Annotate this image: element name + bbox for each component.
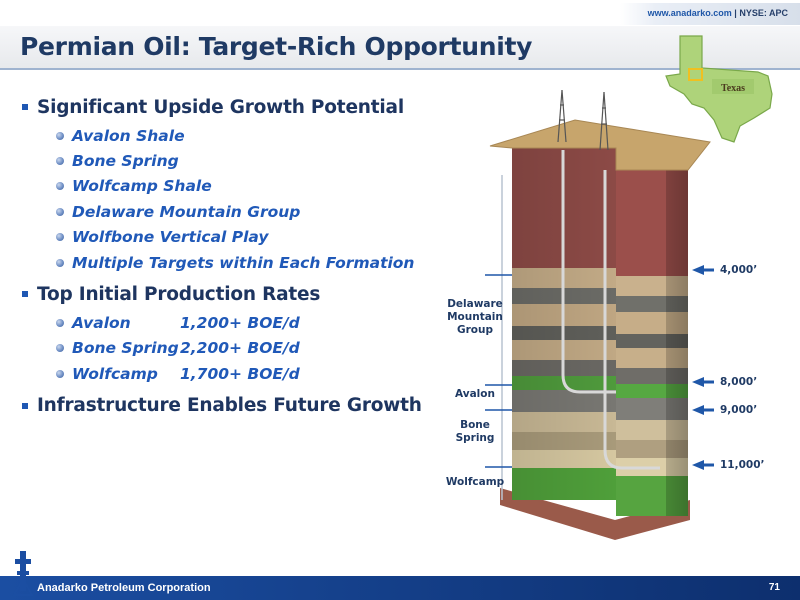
formation-label-avalon: Avalon xyxy=(455,388,495,400)
website-link[interactable]: www.anadarko.com xyxy=(648,8,732,18)
well-diagram: Delaware Mountain Group Avalon Bone Spri… xyxy=(440,80,800,560)
rate-value: 1,700+ BOE/d xyxy=(180,364,300,383)
round-bullet-icon xyxy=(56,233,64,242)
list-item: Bone Spring xyxy=(56,148,442,173)
section-rates-heading: Top Initial Production Rates xyxy=(37,283,321,305)
footer-company-name: Anadarko Petroleum Corporation xyxy=(37,582,211,594)
header-contact: www.anadarko.com | NYSE: APC xyxy=(648,8,788,18)
list-item-label: Bone Spring xyxy=(72,152,179,171)
rate-formation: Bone Spring xyxy=(72,339,179,358)
list-item: Wolfcamp Shale xyxy=(56,174,442,199)
square-bullet-icon xyxy=(22,291,28,298)
round-bullet-icon xyxy=(56,131,64,140)
formation-label-delaware: Delaware Mountain Group xyxy=(447,298,503,336)
round-bullet-icon xyxy=(56,344,64,353)
anadarko-logo-icon xyxy=(12,551,34,596)
arrow-left-icon xyxy=(692,405,704,415)
list-item-label: Multiple Targets within Each Formation xyxy=(72,253,415,272)
formation-label-bone-spring: Bone Spring xyxy=(455,419,495,444)
section-rates: Top Initial Production Rates xyxy=(22,281,442,307)
bullet-content: Significant Upside Growth Potential Aval… xyxy=(22,94,442,419)
page-title: Permian Oil: Target-Rich Opportunity xyxy=(20,32,533,61)
round-bullet-icon xyxy=(56,157,64,166)
section-infrastructure-heading: Infrastructure Enables Future Growth xyxy=(37,395,422,417)
section-upside-heading: Significant Upside Growth Potential xyxy=(37,96,404,118)
right-face xyxy=(666,166,688,516)
rates-list: Avalon 1,200+ BOE/d Bone Spring 2,200+ BOE… xyxy=(56,310,442,386)
rate-row: Bone Spring 2,200+ BOE/d xyxy=(56,336,442,361)
round-bullet-icon xyxy=(56,319,64,328)
depth-label-8000: 8,000’ xyxy=(720,376,758,388)
rate-row: Wolfcamp 1,700+ BOE/d xyxy=(56,361,442,386)
round-bullet-icon xyxy=(56,207,64,216)
list-item: Multiple Targets within Each Formation xyxy=(56,250,442,275)
list-item-label: Wolfbone Vertical Play xyxy=(72,228,269,247)
list-item-label: Avalon Shale xyxy=(72,126,185,145)
arrow-left-icon xyxy=(692,265,704,275)
rate-value: 2,200+ BOE/d xyxy=(180,339,300,358)
depth-label-11000: 11,000’ xyxy=(720,459,765,471)
depth-label-4000: 4,000’ xyxy=(720,264,758,276)
arrow-left-icon xyxy=(692,460,704,470)
rate-formation: Wolfcamp xyxy=(72,364,158,383)
rate-row: Avalon 1,200+ BOE/d xyxy=(56,310,442,335)
list-item: Wolfbone Vertical Play xyxy=(56,225,442,250)
rate-formation: Avalon xyxy=(72,314,131,333)
round-bullet-icon xyxy=(56,369,64,378)
list-item: Delaware Mountain Group xyxy=(56,199,442,224)
header-banner: www.anadarko.com | NYSE: APC xyxy=(620,3,800,25)
list-item-label: Delaware Mountain Group xyxy=(72,202,301,221)
depth-arrows xyxy=(692,265,714,470)
section-upside: Significant Upside Growth Potential xyxy=(22,94,442,120)
rate-value: 1,200+ BOE/d xyxy=(180,314,300,333)
square-bullet-icon xyxy=(22,402,28,409)
upside-list: Avalon Shale Bone Spring Wolfcamp Shale … xyxy=(56,123,442,275)
formation-label-wolfcamp: Wolfcamp xyxy=(445,476,505,488)
round-bullet-icon xyxy=(56,258,64,267)
square-bullet-icon xyxy=(22,104,28,110)
slide-number: 71 xyxy=(768,582,780,593)
list-item-label: Wolfcamp Shale xyxy=(72,177,212,196)
depth-label-9000: 9,000’ xyxy=(720,404,758,416)
ticker-text: | NYSE: APC xyxy=(734,8,788,18)
list-item: Avalon Shale xyxy=(56,123,442,148)
section-infrastructure: Infrastructure Enables Future Growth xyxy=(22,393,442,419)
arrow-left-icon xyxy=(692,377,704,387)
round-bullet-icon xyxy=(56,182,64,191)
